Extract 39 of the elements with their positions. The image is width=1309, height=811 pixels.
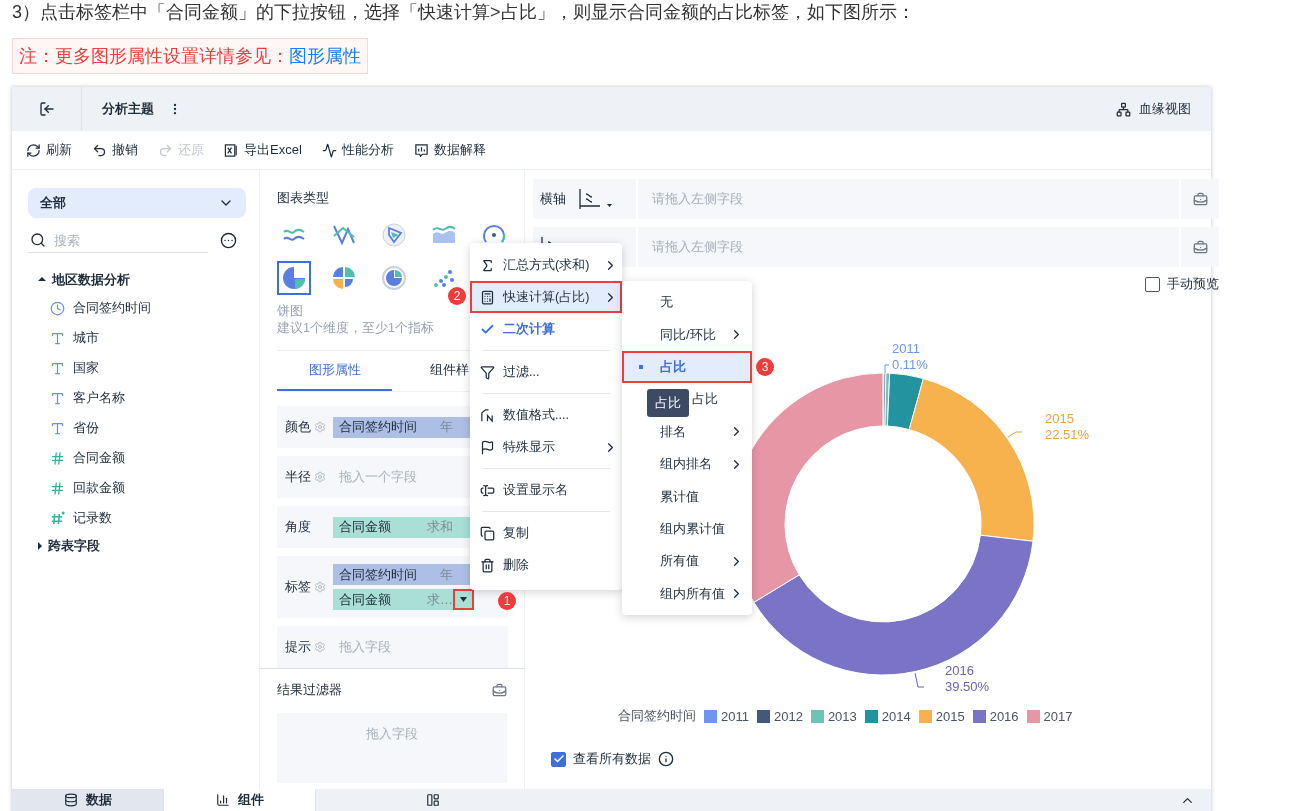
chart-type-name: 饼图 [277, 303, 303, 320]
property-label: 提示 [285, 638, 311, 656]
property-label: 颜色 [285, 418, 311, 436]
slice-percent: 39.50% [945, 679, 990, 694]
pill-field: 合同金额 [339, 590, 391, 609]
legend-item: 2014 [864, 708, 911, 724]
pill-field: 合同签约时间 [339, 418, 417, 436]
pill-aggregation: 年 [440, 565, 453, 584]
pill-field: 合同金额 [339, 518, 391, 536]
slice-percent: 0.11% [892, 357, 928, 372]
pill-aggregation: 年 [440, 418, 453, 436]
legend-item: 2016 [972, 708, 1019, 724]
legend-item: 2011 [704, 708, 749, 724]
axis-label: 横轴 [540, 190, 566, 208]
section-title: 结果过滤器 [277, 681, 342, 699]
legend-title: 合同签约时间 [618, 707, 696, 725]
pill-field: 合同签约时间 [339, 565, 417, 584]
slice-percent: 22.51% [1045, 427, 1090, 442]
pill-aggregation: 求… [427, 590, 453, 609]
pill-aggregation: 求和 [427, 518, 453, 536]
legend-item: 2017 [1026, 708, 1073, 724]
instruction-text: 3）点击标签栏中「合同金额」的下拉按钮，选择「快速计算>占比」，则显示合同金额的占比标签，如下图所示： [12, 1, 916, 24]
window-title: 分析主题 [102, 100, 154, 118]
note-text: 注：更多图形属性设置详情参见： [19, 45, 289, 67]
slice-label: 2016 [945, 663, 974, 678]
step-badge: 3 [756, 358, 774, 376]
legend-item: 2013 [810, 708, 857, 724]
legend-item: 2012 [756, 708, 803, 724]
property-label: 角度 [285, 518, 311, 536]
chart-type-hint: 建议1个维度，至少1个指标 [277, 320, 434, 337]
step-badge: 1 [498, 592, 516, 610]
legend-item: 2015 [918, 708, 965, 724]
slice-label: 2011 [892, 341, 920, 356]
slice-label: 2015 [1045, 411, 1074, 426]
property-label: 半径 [285, 468, 311, 486]
property-label: 标签 [285, 578, 311, 596]
section-title: 图表类型 [277, 189, 330, 207]
step-badge: 2 [448, 287, 466, 305]
tooltip: 占比 [647, 389, 689, 417]
